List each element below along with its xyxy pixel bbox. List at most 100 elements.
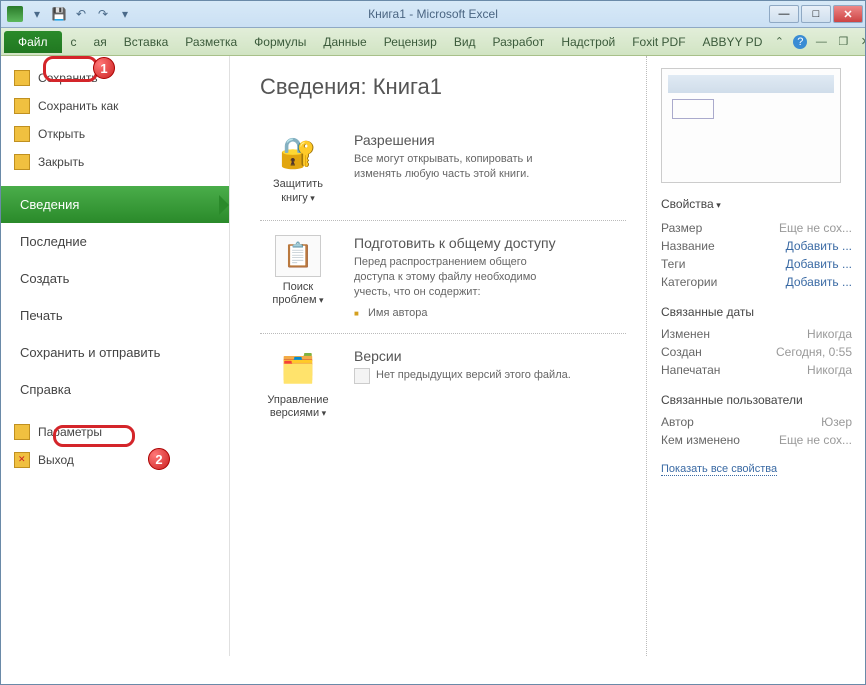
prepare-item-author: Имя автора [354, 307, 556, 319]
label: Защитить книгу [260, 178, 336, 206]
window-title: Книга1 - Microsoft Excel [368, 7, 498, 21]
main-panel: Сведения: Книга1 🔐 Защитить книгу Разреш… [230, 56, 646, 656]
permissions-header: Разрешения [354, 132, 554, 148]
tab-formulas[interactable]: Формулы [246, 31, 314, 53]
prop-categories: КатегорииДобавить ... [661, 273, 852, 291]
label: Поиск проблем [260, 281, 336, 309]
quick-access-toolbar: ▾ 💾 ↶ ↷ ▾ [1, 6, 139, 22]
tab-partial-2[interactable]: ая [86, 31, 115, 53]
doc-minimize-icon[interactable]: — [813, 34, 829, 50]
annotation-badge-1: 1 [93, 57, 115, 79]
users-header: Связанные пользователи [661, 393, 852, 407]
prop-author: АвторЮзер [661, 413, 852, 431]
open-folder-icon [14, 126, 30, 142]
ribbon-tabs: Файл с ая Вставка Разметка Формулы Данны… [0, 28, 866, 56]
tab-partial-1[interactable]: с [63, 31, 85, 53]
tab-foxit[interactable]: Foxit PDF [624, 31, 693, 53]
show-all-properties-link[interactable]: Показать все свойства [661, 463, 777, 476]
undo-icon[interactable]: ↶ [73, 6, 89, 22]
lock-key-icon: 🔐 [275, 132, 321, 174]
save-icon[interactable]: 💾 [51, 6, 67, 22]
minimize-ribbon-icon[interactable]: ⌃ [771, 34, 787, 50]
help-icon[interactable]: ? [793, 35, 807, 49]
ribbon-controls: ⌃ ? — ❐ ✕ [771, 34, 866, 50]
sidebar-item-open[interactable]: Открыть [0, 120, 229, 148]
doc-close-icon[interactable]: ✕ [857, 34, 866, 50]
prop-title: НазваниеДобавить ... [661, 237, 852, 255]
tab-view[interactable]: Вид [446, 31, 484, 53]
sidebar-item-print[interactable]: Печать [0, 297, 229, 334]
sidebar-item-share[interactable]: Сохранить и отправить [0, 334, 229, 371]
protect-workbook-button[interactable]: 🔐 Защитить книгу [260, 132, 336, 206]
clipboard-check-icon: 📋 [275, 235, 321, 277]
document-thumbnail[interactable] [661, 68, 841, 183]
sidebar-item-exit[interactable]: Выход [0, 446, 229, 474]
excel-logo-icon [7, 6, 23, 22]
folders-magnify-icon: 🗂️ [275, 348, 321, 390]
dropdown-icon[interactable]: ▾ [29, 6, 45, 22]
prop-modified: ИзмененНикогда [661, 325, 852, 343]
sidebar-item-help[interactable]: Справка [0, 371, 229, 408]
tab-addins[interactable]: Надстрой [553, 31, 623, 53]
prop-created: СозданСегодня, 0:55 [661, 343, 852, 361]
versions-header: Версии [354, 348, 571, 364]
label: Параметры [38, 425, 102, 439]
permissions-desc: Все могут открывать, копировать и изменя… [354, 152, 554, 183]
properties-panel: Свойства РазмерЕще не сох... НазваниеДоб… [646, 56, 866, 656]
tab-insert[interactable]: Вставка [116, 31, 177, 53]
sidebar-item-info[interactable]: Сведения [0, 186, 229, 223]
save-as-icon [14, 98, 30, 114]
sidebar-item-saveas[interactable]: Сохранить как [0, 92, 229, 120]
document-icon [354, 368, 370, 384]
backstage-sidebar: Сохранить Сохранить как Открыть Закрыть … [0, 56, 230, 656]
tab-data[interactable]: Данные [315, 31, 374, 53]
prepare-body: Подготовить к общему доступу Перед распр… [354, 235, 556, 319]
prop-size: РазмерЕще не сох... [661, 219, 852, 237]
label: Закрыть [38, 155, 84, 169]
prop-lastmod-by: Кем измененоЕще не сох... [661, 431, 852, 449]
prepare-header: Подготовить к общему доступу [354, 235, 556, 251]
prop-tags: ТегиДобавить ... [661, 255, 852, 273]
exit-icon [14, 452, 30, 468]
tab-developer[interactable]: Разработ [485, 31, 553, 53]
label: Выход [38, 453, 74, 467]
minimize-button[interactable]: — [769, 5, 799, 23]
permissions-body: Разрешения Все могут открывать, копирова… [354, 132, 554, 206]
options-icon [14, 424, 30, 440]
check-issues-button[interactable]: 📋 Поиск проблем [260, 235, 336, 319]
annotation-badge-2: 2 [148, 448, 170, 470]
qat-more-icon[interactable]: ▾ [117, 6, 133, 22]
sidebar-item-recent[interactable]: Последние [0, 223, 229, 260]
dates-header: Связанные даты [661, 305, 852, 319]
versions-desc: Нет предыдущих версий этого файла. [376, 368, 571, 383]
versions-body: Версии Нет предыдущих версий этого файла… [354, 348, 571, 422]
tab-review[interactable]: Рецензир [376, 31, 445, 53]
sidebar-item-options[interactable]: Параметры [0, 418, 229, 446]
redo-icon[interactable]: ↷ [95, 6, 111, 22]
label: Открыть [38, 127, 85, 141]
save-file-icon [14, 70, 30, 86]
page-title: Сведения: Книга1 [260, 74, 626, 100]
maximize-button[interactable]: □ [801, 5, 831, 23]
tab-file[interactable]: Файл [4, 31, 62, 53]
window-controls: — □ ✕ [769, 5, 865, 23]
label: Управление версиями [260, 394, 336, 422]
tab-layout[interactable]: Разметка [177, 31, 245, 53]
label: Сохранить [38, 71, 98, 85]
close-folder-icon [14, 154, 30, 170]
properties-header[interactable]: Свойства [661, 197, 852, 211]
backstage-content: Сохранить Сохранить как Открыть Закрыть … [0, 56, 866, 656]
titlebar: ▾ 💾 ↶ ↷ ▾ Книга1 - Microsoft Excel — □ ✕ [0, 0, 866, 28]
tab-abbyy[interactable]: ABBYY PD [695, 31, 771, 53]
sidebar-item-new[interactable]: Создать [0, 260, 229, 297]
sidebar-item-close[interactable]: Закрыть [0, 148, 229, 176]
prop-printed: НапечатанНикогда [661, 361, 852, 379]
permissions-section: 🔐 Защитить книгу Разрешения Все могут от… [260, 118, 626, 221]
versions-section: 🗂️ Управление версиями Версии Нет предыд… [260, 334, 626, 436]
prepare-desc: Перед распространением общего доступа к … [354, 255, 554, 301]
doc-restore-icon[interactable]: ❐ [835, 34, 851, 50]
manage-versions-button[interactable]: 🗂️ Управление версиями [260, 348, 336, 422]
prepare-section: 📋 Поиск проблем Подготовить к общему дос… [260, 221, 626, 334]
close-window-button[interactable]: ✕ [833, 5, 863, 23]
label: Сохранить как [38, 99, 118, 113]
